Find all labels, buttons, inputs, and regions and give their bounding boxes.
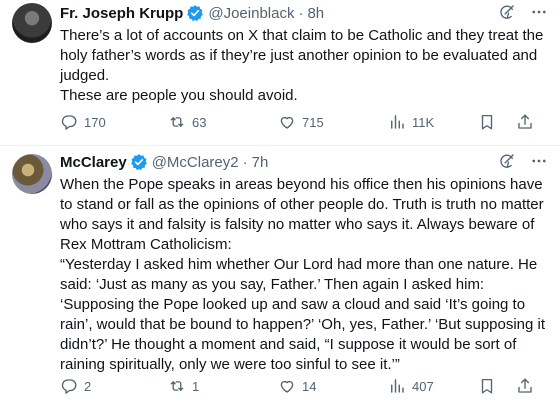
timestamp[interactable]: 7h [252,154,269,171]
more-icon[interactable] [530,3,548,21]
repost-button[interactable]: 63 [168,112,206,132]
bookmark-icon [478,377,496,395]
timestamp[interactable]: 8h [307,5,324,22]
views-button[interactable]: 11K [388,112,434,132]
verified-badge-icon [130,153,148,171]
like-count: 14 [302,378,317,394]
repost-count: 63 [192,114,207,130]
avatar[interactable] [12,3,52,43]
author-name[interactable]: Fr. Joseph Krupp [60,5,183,22]
like-count: 715 [302,114,324,130]
tweet-paragraph: When the Pope speaks in areas beyond his… [60,176,544,253]
reply-count: 2 [84,378,92,394]
separator-dot: · [298,4,304,22]
repost-icon [168,377,186,395]
tweet-text: When the Pope speaks in areas beyond his… [60,175,550,375]
action-bar: 170 63 715 11K [60,112,548,132]
repost-button[interactable]: 1 [168,376,199,396]
tweet[interactable]: Fr. Joseph Krupp @Joeinblack · 8h There’… [0,0,560,146]
tweet-paragraph: These are people you should avoid. [60,87,298,104]
like-button[interactable]: 14 [278,376,316,396]
reply-icon [60,377,78,395]
separator-dot: · [242,153,248,171]
views-icon [388,377,406,395]
like-icon [278,113,296,131]
tweet-paragraph: There’s a lot of accounts on X that clai… [60,27,544,84]
views-count: 11K [412,114,435,130]
action-bar: 2 1 14 407 [60,376,548,396]
like-button[interactable]: 715 [278,112,324,132]
verified-badge-icon [186,4,204,22]
views-count: 407 [412,378,434,394]
reply-button[interactable]: 2 [60,376,91,396]
repost-icon [168,113,186,131]
tweet[interactable]: McClarey @McClarey2 · 7h When the Pope s… [0,146,560,404]
more-icon[interactable] [530,152,548,170]
tweet-header: Fr. Joseph Krupp @Joeinblack · 8h [60,3,548,23]
author-handle[interactable]: @Joeinblack [208,5,294,22]
tweet-text: There’s a lot of accounts on X that clai… [60,26,550,106]
bookmark-button[interactable] [478,112,496,132]
views-icon [388,113,406,131]
share-button[interactable] [516,112,534,132]
share-icon [516,113,534,131]
grok-icon[interactable] [498,3,516,21]
grok-icon[interactable] [498,152,516,170]
tweet-paragraph: “Yesterday I asked him whether Our Lord … [60,256,546,373]
avatar[interactable] [12,154,52,194]
repost-count: 1 [192,378,200,394]
share-button[interactable] [516,376,534,396]
author-name[interactable]: McClarey [60,154,127,171]
tweet-header: McClarey @McClarey2 · 7h [60,152,548,172]
reply-icon [60,113,78,131]
bookmark-icon [478,113,496,131]
like-icon [278,377,296,395]
reply-count: 170 [84,114,106,130]
share-icon [516,377,534,395]
bookmark-button[interactable] [478,376,496,396]
views-button[interactable]: 407 [388,376,434,396]
author-handle[interactable]: @McClarey2 [152,154,239,171]
reply-button[interactable]: 170 [60,112,106,132]
